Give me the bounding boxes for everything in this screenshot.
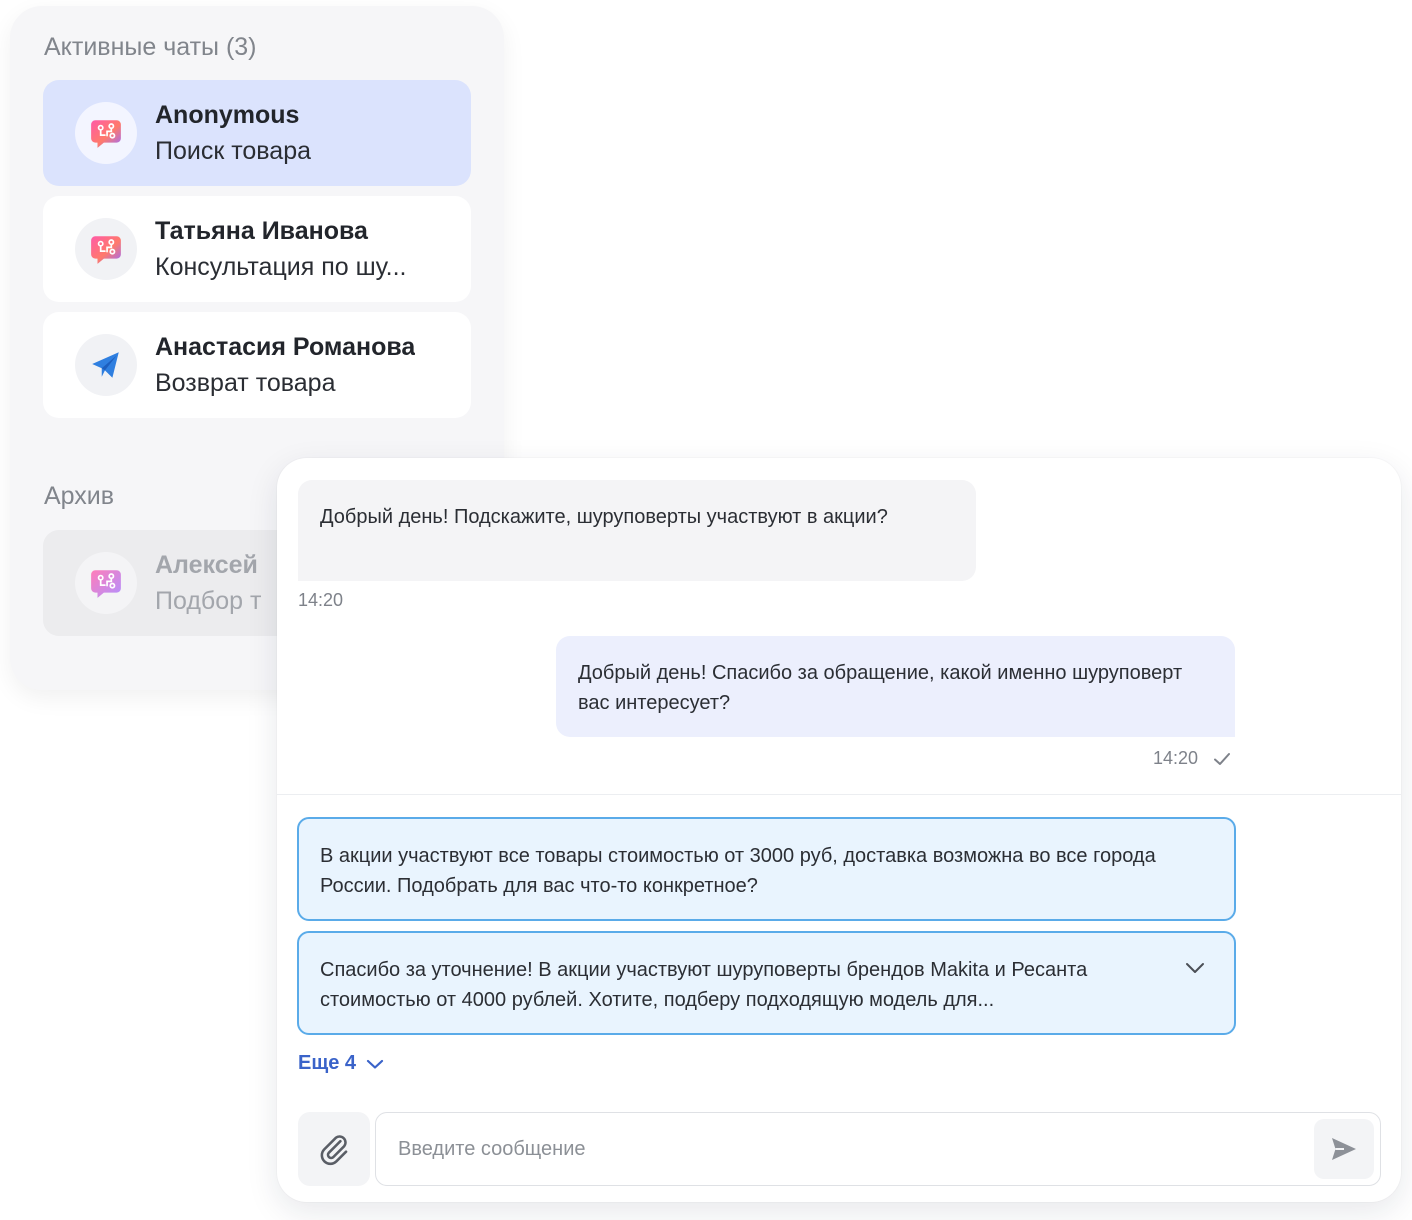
chat-name: Анастасия Романова [155, 333, 416, 361]
chat-item-anonymous[interactable]: Anonymous Поиск товара [43, 80, 471, 186]
chat-avatar [75, 334, 137, 396]
incoming-message: Добрый день! Подскажите, шуруповерты уча… [298, 480, 976, 581]
archive-title: Архив [44, 482, 115, 510]
chat-topic: Подбор т [155, 587, 262, 615]
chat-avatar [75, 552, 137, 614]
message-time: 14:20 [1153, 748, 1199, 768]
chat-bot-icon [89, 116, 123, 150]
suggested-reply-text: В акции участвуют все товары стоимостью … [320, 845, 1156, 897]
conversation-panel: Добрый день! Подскажите, шуруповерты уча… [277, 458, 1401, 1202]
divider [277, 794, 1401, 795]
chat-name: Anonymous [155, 101, 300, 129]
chat-avatar [75, 218, 137, 280]
suggested-reply[interactable]: В акции участвуют все товары стоимостью … [297, 817, 1236, 921]
telegram-icon [92, 352, 119, 378]
send-button[interactable] [1314, 1119, 1374, 1179]
show-more-link[interactable]: Еще 4 [298, 1052, 384, 1075]
suggested-reply[interactable]: Спасибо за уточнение! В акции участвуют … [297, 931, 1236, 1035]
chat-topic: Возврат товара [155, 369, 336, 397]
message-time: 14:20 [298, 590, 344, 610]
paperclip-icon [320, 1135, 348, 1166]
chat-bot-icon [89, 566, 123, 600]
active-chats-title: Активные чаты (3) [44, 33, 257, 61]
attach-button[interactable] [298, 1112, 370, 1186]
chat-item-tatyana-ivanova[interactable]: Татьяна Иванова Консультация по шу... [43, 196, 471, 302]
message-input[interactable] [376, 1113, 1306, 1185]
chat-avatar [75, 102, 137, 164]
chat-bot-icon [89, 232, 123, 266]
suggested-reply-text: Спасибо за уточнение! В акции участвуют … [320, 959, 1088, 1011]
message-input-box [375, 1112, 1381, 1186]
chat-item-anastasia-romanova[interactable]: Анастасия Романова Возврат товара [43, 312, 471, 418]
chevron-down-icon [366, 1059, 384, 1069]
send-icon [1332, 1138, 1356, 1160]
chat-topic: Поиск товара [155, 137, 312, 165]
chat-name: Алексей [155, 551, 258, 579]
outgoing-message: Добрый день! Спасибо за обращение, какой… [556, 636, 1235, 737]
chevron-down-icon[interactable] [1184, 961, 1206, 975]
check-icon [1214, 753, 1230, 765]
show-more-label: Еще 4 [298, 1052, 357, 1074]
chat-name: Татьяна Иванова [155, 217, 368, 245]
chat-topic: Консультация по шу... [155, 253, 407, 281]
